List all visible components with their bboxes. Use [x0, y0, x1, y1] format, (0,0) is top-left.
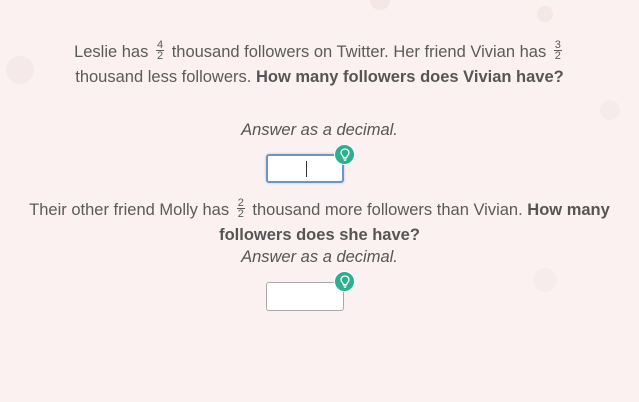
fraction-denominator: 2 — [156, 50, 164, 63]
fraction-denominator: 2 — [237, 208, 244, 221]
question-1-prompt: How many followers does Vivian have? — [255, 68, 564, 86]
hint-1-button[interactable] — [334, 144, 355, 165]
question-2-middle: thousand more followers than Vivian. — [252, 201, 523, 219]
hint-2-button[interactable] — [334, 271, 355, 292]
fraction-4-over-2: 4 2 — [155, 40, 165, 63]
question-1-hint: Answer as a decimal. — [241, 121, 398, 139]
question-1-tail: thousand less followers. — [75, 68, 252, 86]
question-1-text: Leslie has 4 2 thousand followers on Twi… — [0, 40, 639, 90]
lightbulb-icon — [339, 148, 350, 161]
fraction-3-over-2: 3 2 — [553, 40, 562, 63]
answer-2-input[interactable] — [266, 282, 344, 311]
question-1-middle: thousand followers on Twitter. Her frien… — [171, 43, 547, 61]
answer-1-input[interactable] — [266, 154, 344, 183]
question-2-intro: Their other friend Molly has — [29, 201, 230, 219]
question-1-intro: Leslie has — [74, 43, 149, 61]
question-2-text: Their other friend Molly has 2 2 thousan… — [0, 198, 639, 248]
text-caret — [306, 161, 307, 177]
fraction-2-over-2: 2 2 — [236, 198, 245, 221]
lightbulb-icon — [339, 275, 350, 288]
fraction-denominator: 2 — [554, 50, 561, 63]
question-2-hint: Answer as a decimal. — [241, 248, 398, 266]
